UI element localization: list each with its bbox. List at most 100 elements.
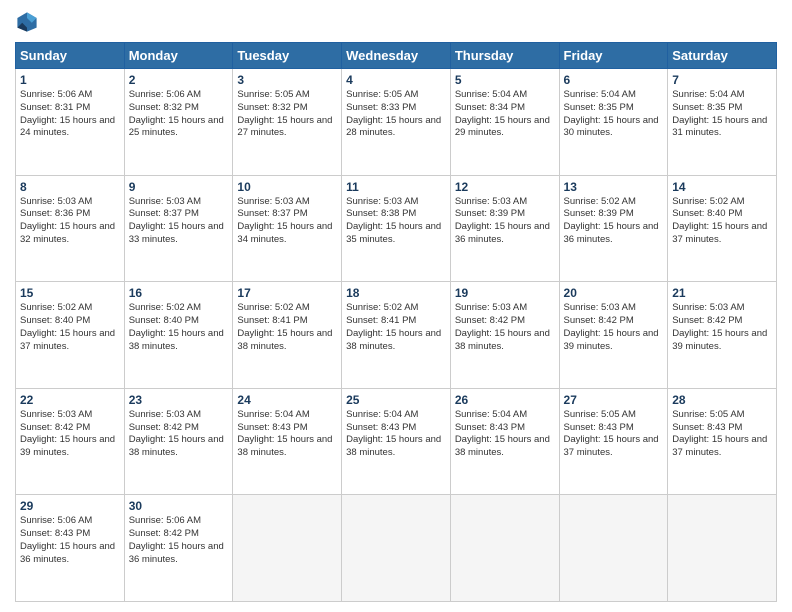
calendar-day-cell (668, 495, 777, 602)
calendar-day-cell: 5 Sunrise: 5:04 AMSunset: 8:34 PMDayligh… (450, 69, 559, 176)
day-info: Sunrise: 5:05 AMSunset: 8:32 PMDaylight:… (237, 89, 337, 140)
day-info: Sunrise: 5:04 AMSunset: 8:43 PMDaylight:… (237, 409, 337, 460)
day-info: Sunrise: 5:06 AMSunset: 8:32 PMDaylight:… (129, 89, 229, 140)
calendar-day-cell (233, 495, 342, 602)
day-info: Sunrise: 5:04 AMSunset: 8:35 PMDaylight:… (672, 89, 772, 140)
day-number: 9 (129, 180, 229, 194)
calendar-day-cell: 30 Sunrise: 5:06 AMSunset: 8:42 PMDaylig… (124, 495, 233, 602)
day-info: Sunrise: 5:03 AMSunset: 8:42 PMDaylight:… (129, 409, 229, 460)
calendar-day-cell: 26 Sunrise: 5:04 AMSunset: 8:43 PMDaylig… (450, 388, 559, 495)
calendar-day-cell: 8 Sunrise: 5:03 AMSunset: 8:36 PMDayligh… (16, 175, 125, 282)
day-info: Sunrise: 5:02 AMSunset: 8:41 PMDaylight:… (237, 302, 337, 353)
day-number: 24 (237, 393, 337, 407)
day-number: 11 (346, 180, 446, 194)
day-number: 17 (237, 286, 337, 300)
day-info: Sunrise: 5:02 AMSunset: 8:41 PMDaylight:… (346, 302, 446, 353)
header (15, 10, 777, 34)
calendar-day-cell: 3 Sunrise: 5:05 AMSunset: 8:32 PMDayligh… (233, 69, 342, 176)
day-info: Sunrise: 5:03 AMSunset: 8:39 PMDaylight:… (455, 196, 555, 247)
col-sunday: Sunday (16, 43, 125, 69)
calendar-day-cell: 15 Sunrise: 5:02 AMSunset: 8:40 PMDaylig… (16, 282, 125, 389)
day-number: 18 (346, 286, 446, 300)
calendar-day-cell: 6 Sunrise: 5:04 AMSunset: 8:35 PMDayligh… (559, 69, 668, 176)
col-thursday: Thursday (450, 43, 559, 69)
calendar-day-cell: 16 Sunrise: 5:02 AMSunset: 8:40 PMDaylig… (124, 282, 233, 389)
day-number: 20 (564, 286, 664, 300)
day-number: 2 (129, 73, 229, 87)
day-number: 21 (672, 286, 772, 300)
calendar-week-row: 29 Sunrise: 5:06 AMSunset: 8:43 PMDaylig… (16, 495, 777, 602)
day-number: 16 (129, 286, 229, 300)
day-info: Sunrise: 5:03 AMSunset: 8:36 PMDaylight:… (20, 196, 120, 247)
day-number: 19 (455, 286, 555, 300)
calendar-week-row: 22 Sunrise: 5:03 AMSunset: 8:42 PMDaylig… (16, 388, 777, 495)
day-info: Sunrise: 5:04 AMSunset: 8:34 PMDaylight:… (455, 89, 555, 140)
day-info: Sunrise: 5:03 AMSunset: 8:37 PMDaylight:… (129, 196, 229, 247)
calendar-day-cell: 23 Sunrise: 5:03 AMSunset: 8:42 PMDaylig… (124, 388, 233, 495)
calendar-day-cell: 14 Sunrise: 5:02 AMSunset: 8:40 PMDaylig… (668, 175, 777, 282)
day-info: Sunrise: 5:05 AMSunset: 8:43 PMDaylight:… (564, 409, 664, 460)
day-info: Sunrise: 5:04 AMSunset: 8:35 PMDaylight:… (564, 89, 664, 140)
calendar-day-cell: 27 Sunrise: 5:05 AMSunset: 8:43 PMDaylig… (559, 388, 668, 495)
day-number: 1 (20, 73, 120, 87)
day-info: Sunrise: 5:06 AMSunset: 8:42 PMDaylight:… (129, 515, 229, 566)
day-info: Sunrise: 5:02 AMSunset: 8:40 PMDaylight:… (672, 196, 772, 247)
day-number: 25 (346, 393, 446, 407)
day-info: Sunrise: 5:04 AMSunset: 8:43 PMDaylight:… (346, 409, 446, 460)
day-number: 7 (672, 73, 772, 87)
calendar-day-cell: 19 Sunrise: 5:03 AMSunset: 8:42 PMDaylig… (450, 282, 559, 389)
calendar-day-cell: 25 Sunrise: 5:04 AMSunset: 8:43 PMDaylig… (342, 388, 451, 495)
day-number: 15 (20, 286, 120, 300)
calendar-day-cell: 7 Sunrise: 5:04 AMSunset: 8:35 PMDayligh… (668, 69, 777, 176)
day-number: 5 (455, 73, 555, 87)
day-info: Sunrise: 5:03 AMSunset: 8:42 PMDaylight:… (564, 302, 664, 353)
day-number: 13 (564, 180, 664, 194)
calendar-day-cell: 20 Sunrise: 5:03 AMSunset: 8:42 PMDaylig… (559, 282, 668, 389)
calendar-day-cell (342, 495, 451, 602)
day-info: Sunrise: 5:02 AMSunset: 8:40 PMDaylight:… (20, 302, 120, 353)
day-info: Sunrise: 5:06 AMSunset: 8:31 PMDaylight:… (20, 89, 120, 140)
day-number: 10 (237, 180, 337, 194)
day-info: Sunrise: 5:05 AMSunset: 8:33 PMDaylight:… (346, 89, 446, 140)
calendar-table: Sunday Monday Tuesday Wednesday Thursday… (15, 42, 777, 602)
calendar-day-cell: 4 Sunrise: 5:05 AMSunset: 8:33 PMDayligh… (342, 69, 451, 176)
day-number: 4 (346, 73, 446, 87)
day-number: 30 (129, 499, 229, 513)
col-monday: Monday (124, 43, 233, 69)
logo (15, 10, 41, 34)
calendar-day-cell: 1 Sunrise: 5:06 AMSunset: 8:31 PMDayligh… (16, 69, 125, 176)
logo-icon (15, 10, 39, 34)
calendar-header-row: Sunday Monday Tuesday Wednesday Thursday… (16, 43, 777, 69)
day-info: Sunrise: 5:03 AMSunset: 8:42 PMDaylight:… (455, 302, 555, 353)
col-wednesday: Wednesday (342, 43, 451, 69)
calendar-day-cell: 24 Sunrise: 5:04 AMSunset: 8:43 PMDaylig… (233, 388, 342, 495)
col-saturday: Saturday (668, 43, 777, 69)
calendar-week-row: 8 Sunrise: 5:03 AMSunset: 8:36 PMDayligh… (16, 175, 777, 282)
day-info: Sunrise: 5:03 AMSunset: 8:38 PMDaylight:… (346, 196, 446, 247)
day-number: 28 (672, 393, 772, 407)
day-info: Sunrise: 5:03 AMSunset: 8:42 PMDaylight:… (672, 302, 772, 353)
calendar-day-cell: 11 Sunrise: 5:03 AMSunset: 8:38 PMDaylig… (342, 175, 451, 282)
day-info: Sunrise: 5:02 AMSunset: 8:40 PMDaylight:… (129, 302, 229, 353)
calendar-day-cell: 17 Sunrise: 5:02 AMSunset: 8:41 PMDaylig… (233, 282, 342, 389)
calendar-week-row: 1 Sunrise: 5:06 AMSunset: 8:31 PMDayligh… (16, 69, 777, 176)
day-info: Sunrise: 5:02 AMSunset: 8:39 PMDaylight:… (564, 196, 664, 247)
calendar-day-cell: 28 Sunrise: 5:05 AMSunset: 8:43 PMDaylig… (668, 388, 777, 495)
day-number: 3 (237, 73, 337, 87)
day-number: 26 (455, 393, 555, 407)
day-number: 8 (20, 180, 120, 194)
day-info: Sunrise: 5:06 AMSunset: 8:43 PMDaylight:… (20, 515, 120, 566)
page: Sunday Monday Tuesday Wednesday Thursday… (0, 0, 792, 612)
day-number: 6 (564, 73, 664, 87)
calendar-week-row: 15 Sunrise: 5:02 AMSunset: 8:40 PMDaylig… (16, 282, 777, 389)
calendar-day-cell: 22 Sunrise: 5:03 AMSunset: 8:42 PMDaylig… (16, 388, 125, 495)
calendar-day-cell: 21 Sunrise: 5:03 AMSunset: 8:42 PMDaylig… (668, 282, 777, 389)
day-number: 22 (20, 393, 120, 407)
day-info: Sunrise: 5:03 AMSunset: 8:42 PMDaylight:… (20, 409, 120, 460)
day-number: 12 (455, 180, 555, 194)
calendar-day-cell (559, 495, 668, 602)
day-number: 23 (129, 393, 229, 407)
calendar-day-cell: 29 Sunrise: 5:06 AMSunset: 8:43 PMDaylig… (16, 495, 125, 602)
day-number: 29 (20, 499, 120, 513)
col-tuesday: Tuesday (233, 43, 342, 69)
